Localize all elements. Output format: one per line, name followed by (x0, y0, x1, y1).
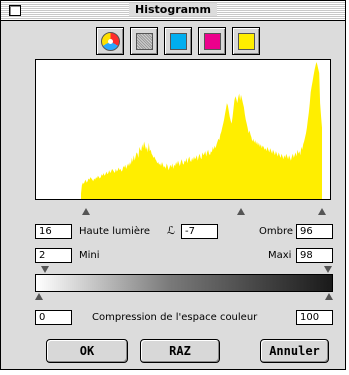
channel-rgb-button[interactable] (96, 27, 124, 55)
maxi-label: Maxi (268, 250, 292, 261)
magenta-icon (204, 33, 221, 50)
channel-magenta-button[interactable] (198, 27, 226, 55)
compression-label: Compression de l'espace couleur (92, 312, 258, 323)
channel-yellow-button[interactable] (232, 27, 260, 55)
output-max-slider[interactable] (324, 266, 332, 273)
gamma-link-icon: ℒ (167, 224, 175, 237)
shadow-field[interactable]: 96 (296, 224, 333, 239)
histogram-plot (35, 59, 331, 200)
maxi-field[interactable]: 98 (296, 248, 333, 263)
highlight-field[interactable]: 16 (35, 224, 72, 239)
mini-label: Mini (79, 250, 100, 261)
compression-min-field[interactable]: 0 (35, 310, 72, 325)
yellow-icon (238, 33, 255, 50)
shadow-label: Ombre (259, 226, 294, 237)
histogram-area (81, 62, 322, 199)
high-input-slider[interactable] (318, 208, 326, 215)
histogram-graph (81, 62, 322, 199)
highlight-label: Haute lumière (79, 226, 151, 237)
gamma-field[interactable]: -7 (181, 224, 218, 239)
output-gradient-bar (35, 274, 333, 292)
rgb-icon (101, 32, 120, 51)
compression-min-slider[interactable] (35, 293, 43, 300)
cyan-icon (170, 33, 187, 50)
low-input-slider[interactable] (82, 208, 90, 215)
channel-gray-button[interactable] (130, 27, 158, 55)
title-bar[interactable]: Histogramm (1, 1, 345, 21)
cancel-button[interactable]: Annuler (260, 339, 329, 363)
gray-icon (136, 33, 153, 50)
ok-button[interactable]: OK (46, 339, 128, 363)
channel-cyan-button[interactable] (164, 27, 192, 55)
mini-field[interactable]: 2 (35, 248, 72, 263)
compression-max-field[interactable]: 100 (296, 310, 333, 325)
compression-max-slider[interactable] (325, 293, 333, 300)
window-title: Histogramm (129, 3, 217, 16)
raz-button[interactable]: RAZ (140, 339, 220, 363)
output-min-slider[interactable] (41, 266, 49, 273)
histogram-window: Histogramm 16 Haute lumière ℒ -7 Ombre 9… (0, 0, 346, 370)
mid-input-slider[interactable] (237, 208, 245, 215)
